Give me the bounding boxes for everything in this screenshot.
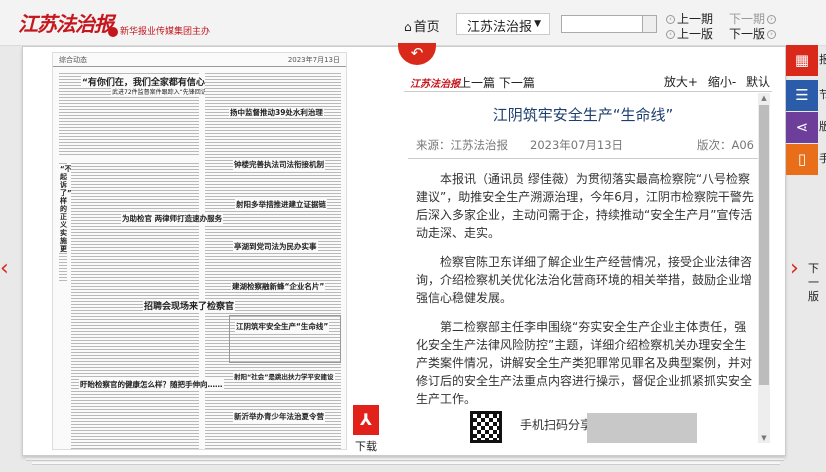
qr-placeholder [587, 413, 697, 443]
mobile-icon: ▯ [797, 150, 807, 168]
site-logo[interactable]: 江苏法治报 [18, 8, 114, 37]
thumbnail-headline[interactable]: 扬中监督推动39处水利治理 [229, 107, 324, 118]
next-issue-label: 下一期 [729, 12, 766, 26]
text-block [205, 71, 341, 449]
next-page-link[interactable]: 下一版 › [729, 25, 777, 42]
article-paragraph: 本报讯（通讯员 缪佳薇）为贯彻落实最高检察院“八号检察建议”，助推安全生产溯源治… [416, 172, 754, 240]
article-toolbar: 江苏法治报 上一篇 下一篇 放大+ 缩小- 默认 [404, 70, 772, 92]
thumbnail-headline[interactable]: 射阳“社会”是跳出扶力学平安建设 [233, 371, 335, 381]
thumbnail-headline[interactable]: 招聘会现场来了检察官 [143, 299, 236, 312]
thumbnail-headline[interactable]: 新沂举办青少年法治夏令营 [233, 411, 325, 422]
paper-select[interactable]: 江苏法治报 ▼ [456, 13, 550, 35]
thumbnail-headline[interactable]: 亭湖到党司法为民办实事 [233, 241, 318, 252]
thumbnail-headline[interactable]: 射阳多举措推进建立证据链 [235, 199, 327, 210]
scroll-down-icon[interactable]: ▼ [758, 433, 770, 443]
org-caption: 新华报业传媒集团主办 [108, 24, 210, 37]
chevron-right-icon: › [767, 30, 777, 39]
org-text: 新华报业传媒集团主办 [120, 27, 211, 37]
search-input[interactable] [561, 15, 643, 33]
search-button[interactable] [643, 15, 657, 33]
prev-page-arrow-icon[interactable]: ‹ [0, 256, 9, 282]
rail-label: 节 [819, 88, 826, 101]
article-paragraph: 第二检察部主任李申围绕“夯实安全生产企业主体责任，强化安全生产法律风险防控”主题… [416, 320, 753, 406]
page-thumbnail[interactable]: 综合动态 2023年7月13日 “有你们在，我们全家都有信心了！” 武进72件监督… [52, 52, 347, 450]
zoom-default-button[interactable]: 默认 [746, 75, 770, 89]
article-meta: 来源：江苏法治报 2023年07月13日 版次：A06 [408, 137, 758, 159]
prev-page-label: 上一版 [677, 27, 714, 41]
article-nav: 上一篇 下一篇 [459, 74, 535, 91]
list-button[interactable]: ☰ [786, 80, 818, 111]
thumbnail-headline[interactable]: 钟楼完善执法司法衔接机制 [233, 159, 325, 170]
zoom-controls: 放大+ 缩小- 默认 [658, 73, 770, 90]
zoom-out-button[interactable]: 缩小- [708, 75, 736, 89]
share-icon: ⋖ [795, 118, 809, 136]
share-button[interactable]: ⋖ [786, 112, 818, 143]
calendar-icon: ▦ [794, 51, 810, 69]
thumbnail-headline[interactable]: 江阴筑牢安全生产“生命线” [235, 321, 330, 332]
page-stack-shadow [26, 458, 784, 461]
thumbnail-section: 综合动态 [59, 56, 87, 64]
prev-issue-label: 上一期 [677, 12, 714, 26]
rail-label: 手 [819, 152, 826, 165]
article-paragraph: 检察官陈卫东详细了解企业生产经营情况，接受企业法律咨询，介绍检察机关优化法治化营… [416, 255, 753, 305]
home-link[interactable]: ⌂ 首页 [404, 16, 440, 35]
mobile-button[interactable]: ▯ [786, 144, 818, 175]
paper-select-value: 江苏法治报 [467, 20, 533, 35]
prev-article-link[interactable]: 上一篇 [459, 76, 495, 90]
calendar-button[interactable]: ▦ [786, 45, 818, 76]
list-icon: ☰ [795, 86, 809, 104]
rail-label: 版 [819, 120, 826, 133]
article-panel: 江阴筑牢安全生产“生命线” 来源：江苏法治报 2023年07月13日 版次：A06… [408, 93, 758, 443]
scroll-up-icon[interactable]: ▲ [758, 93, 770, 103]
chevron-down-icon: ▼ [534, 19, 541, 29]
page-stack-shadow [32, 462, 780, 465]
chevron-left-icon: ‹ [666, 30, 675, 39]
thumbnail-headline[interactable]: 为助检官 两律师打造速办服务 [121, 213, 224, 224]
next-page-side-label[interactable]: 下一版 [808, 262, 826, 304]
next-article-link[interactable]: 下一篇 [499, 76, 535, 90]
back-arrow-icon: ↶ [410, 44, 424, 62]
next-page-label: 下一版 [729, 27, 766, 41]
top-bar: 江苏法治报 新华报业传媒集团主办 ⌂ 首页 江苏法治报 ▼ ‹ 上一期 下一期 › ‹ 上… [0, 0, 826, 46]
thumbnail-headline[interactable]: 建湖检察融新蜂“企业名片” [231, 281, 326, 292]
thumbnail-side-headline[interactable]: “不起诉了”这样的正义实施更 [59, 165, 79, 253]
article-title: 江阴筑牢安全生产“生命线” [492, 106, 674, 124]
qr-share-label: 手机扫码分享链接 [519, 418, 616, 432]
chevron-left-icon: ‹ [666, 15, 675, 24]
pdf-download-label: 下载 [355, 440, 377, 453]
qr-code-icon [470, 411, 502, 443]
scroll-thumb[interactable] [759, 105, 769, 385]
thumbnail-headline[interactable]: 盱眙检察官的健康怎么样？随把手伸向…… [79, 379, 224, 390]
thumbnail-subheadline: 武进72件监督案件跟踪入“先锋回访” [111, 87, 211, 96]
article-source: 来源：江苏法治报 [416, 138, 508, 152]
home-label: 首页 [413, 20, 440, 35]
article-page: 版次：A06 [697, 138, 754, 152]
pdf-icon: ⅄ [353, 405, 379, 435]
article-mini-logo: 江苏法治报 [410, 79, 460, 90]
next-page-arrow-icon[interactable]: › [790, 256, 799, 282]
article-scrollbar[interactable]: ▲ ▼ [758, 93, 770, 443]
article-date: 2023年07月13日 [530, 138, 624, 152]
zoom-in-button[interactable]: 放大+ [664, 75, 698, 89]
rail-label: 报 [819, 53, 826, 66]
org-emblem-icon [108, 26, 118, 37]
prev-page-link[interactable]: ‹ 上一版 [666, 25, 713, 42]
thumbnail-header: 综合动态 2023年7月13日 [53, 53, 346, 67]
pdf-download-button[interactable]: ⅄ 下载 [350, 405, 382, 453]
thumbnail-date: 2023年7月13日 [287, 56, 340, 64]
chevron-right-icon: › [767, 15, 777, 24]
home-icon: ⌂ [404, 20, 412, 34]
